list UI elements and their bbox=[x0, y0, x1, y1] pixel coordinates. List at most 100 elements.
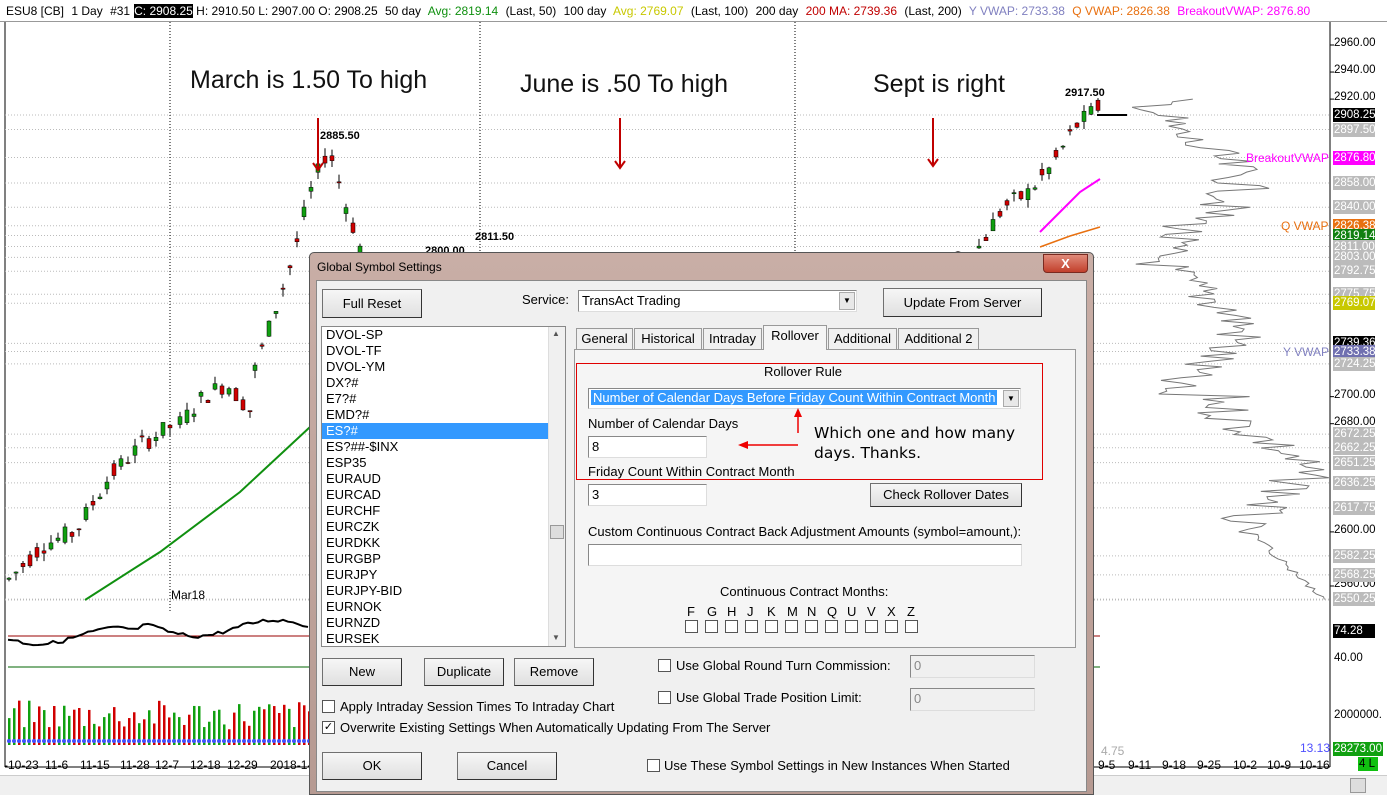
date-axis-label: 9-18 bbox=[1162, 758, 1187, 772]
service-select[interactable]: TransAct Trading ▼ bbox=[578, 290, 857, 312]
month-label: Z bbox=[907, 604, 915, 619]
month-checkbox-H[interactable] bbox=[725, 620, 738, 633]
overwrite-checkbox[interactable]: ✓ bbox=[322, 721, 335, 734]
symbol-list-item[interactable]: EURSEK bbox=[322, 631, 565, 646]
month-checkbox-X[interactable] bbox=[885, 620, 898, 633]
scrollbar-thumb[interactable] bbox=[1350, 778, 1366, 793]
price-axis-tick: 2600.00 bbox=[1334, 523, 1376, 536]
month-label: N bbox=[807, 604, 817, 619]
symbol-list-item[interactable]: EURGBP bbox=[322, 551, 565, 567]
ok-button[interactable]: OK bbox=[322, 752, 422, 780]
full-reset-button[interactable]: Full Reset bbox=[322, 289, 422, 318]
date-axis-label: 11-6 bbox=[45, 758, 69, 772]
date-axis-label: 2018-1- bbox=[270, 758, 312, 772]
breakout-vwap-label: BreakoutVWAP bbox=[1246, 151, 1329, 165]
month-checkbox-K[interactable] bbox=[765, 620, 778, 633]
month-checkbox-F[interactable] bbox=[685, 620, 698, 633]
candle bbox=[1025, 188, 1031, 200]
symbol-list-item[interactable]: DVOL-TF bbox=[322, 343, 565, 359]
volume-average-dot bbox=[212, 739, 216, 743]
high-label: 2917.50 bbox=[1065, 87, 1105, 99]
month-checkbox-N[interactable] bbox=[805, 620, 818, 633]
volume-average-dot bbox=[77, 739, 81, 743]
month-checkbox-J[interactable] bbox=[745, 620, 758, 633]
symbol-list-item[interactable]: ES?##-$INX bbox=[322, 439, 565, 455]
apply-session-checkbox[interactable] bbox=[322, 700, 335, 713]
symbol-list-item[interactable]: EURCZK bbox=[322, 519, 565, 535]
tab-additional[interactable]: Additional bbox=[828, 328, 897, 349]
symbol-list-item[interactable]: EURDKK bbox=[322, 535, 565, 551]
annotation-question-2: days. Thanks. bbox=[814, 444, 922, 462]
symbol-list-item[interactable]: EURAUD bbox=[322, 471, 565, 487]
symbol-list-item[interactable]: EURNZD bbox=[322, 615, 565, 631]
remove-button[interactable]: Remove bbox=[514, 658, 594, 686]
check-rollover-dates-button[interactable]: Check Rollover Dates bbox=[870, 483, 1022, 507]
price-label: 2803.00 bbox=[1333, 250, 1376, 265]
symbol-list-item[interactable]: EURCAD bbox=[322, 487, 565, 503]
update-from-server-button[interactable]: Update From Server bbox=[883, 288, 1042, 317]
month-checkbox-G[interactable] bbox=[705, 620, 718, 633]
symbol-list-item[interactable]: EURCHF bbox=[322, 503, 565, 519]
calendar-days-input[interactable]: 8 bbox=[588, 436, 707, 458]
symbol-list-item[interactable]: EURJPY-BID bbox=[322, 583, 565, 599]
symbol-list[interactable]: DVOL-SP DVOL-TF DVOL-YM DX?# E7?# EMD?# ES?# ES… bbox=[321, 326, 566, 647]
symbol-list-item[interactable]: ES?# bbox=[322, 423, 565, 439]
candle bbox=[990, 219, 996, 232]
symbol-list-item[interactable]: E7?# bbox=[322, 391, 565, 407]
month-checkbox-M[interactable] bbox=[785, 620, 798, 633]
month-checkbox-Q[interactable] bbox=[825, 620, 838, 633]
tab-intraday[interactable]: Intraday bbox=[703, 328, 762, 349]
position-limit-input[interactable]: 0 bbox=[910, 688, 1035, 711]
symbol-list-item[interactable]: EMD?# bbox=[322, 407, 565, 423]
symbol-list-item[interactable]: EURJPY bbox=[322, 567, 565, 583]
new-button[interactable]: New bbox=[322, 658, 402, 686]
symbol-list-item[interactable]: DX?# bbox=[322, 375, 565, 391]
volume-average-dot bbox=[272, 739, 276, 743]
close-button[interactable]: X bbox=[1043, 254, 1088, 273]
candle bbox=[184, 409, 190, 423]
symbol-list-scrollbar[interactable]: ▲ ▼ bbox=[548, 327, 565, 646]
month-checkbox-V[interactable] bbox=[865, 620, 878, 633]
duplicate-button[interactable]: Duplicate bbox=[424, 658, 504, 686]
position-limit-checkbox[interactable] bbox=[658, 691, 671, 704]
volume-average-dot bbox=[282, 739, 286, 743]
candle bbox=[240, 399, 246, 411]
ma50-value: Avg: 2819.14 bbox=[427, 4, 499, 18]
symbol-list-item[interactable]: EURNOK bbox=[322, 599, 565, 615]
candle bbox=[1004, 200, 1010, 206]
volume-average-dot bbox=[62, 739, 66, 743]
round-turn-checkbox[interactable] bbox=[658, 659, 671, 672]
month-checkbox-U[interactable] bbox=[845, 620, 858, 633]
friday-count-input[interactable]: 3 bbox=[588, 484, 707, 506]
use-new-instances-checkbox[interactable] bbox=[647, 759, 660, 772]
candle bbox=[1018, 191, 1024, 200]
tab-additional-2[interactable]: Additional 2 bbox=[898, 328, 979, 349]
tab-rollover[interactable]: Rollover bbox=[763, 325, 827, 350]
custom-adjustment-input[interactable] bbox=[588, 544, 1022, 566]
scroll-up-icon[interactable]: ▲ bbox=[552, 329, 560, 338]
volume-average-dot bbox=[147, 739, 151, 743]
tab-historical[interactable]: Historical bbox=[634, 328, 702, 349]
chevron-down-icon[interactable]: ▼ bbox=[839, 292, 855, 310]
volume-average-dot bbox=[232, 739, 236, 743]
tab-general[interactable]: General bbox=[576, 328, 633, 349]
candle bbox=[247, 410, 253, 413]
volume-average-dot bbox=[32, 739, 36, 743]
candle bbox=[48, 542, 54, 550]
chevron-down-icon[interactable]: ▼ bbox=[1003, 390, 1019, 407]
price-label: 2897.50 bbox=[1333, 122, 1376, 137]
annotation-sept: Sept is right bbox=[873, 70, 1006, 98]
scrollbar-thumb[interactable] bbox=[550, 525, 564, 539]
symbol-list-item[interactable]: DVOL-SP bbox=[322, 327, 565, 343]
round-turn-input[interactable]: 0 bbox=[910, 655, 1035, 678]
volume-average-dot bbox=[132, 739, 136, 743]
symbol-list-item[interactable]: ESP35 bbox=[322, 455, 565, 471]
service-value: TransAct Trading bbox=[582, 293, 681, 308]
scroll-down-icon[interactable]: ▼ bbox=[552, 633, 560, 642]
month-label: K bbox=[767, 604, 776, 619]
cancel-button[interactable]: Cancel bbox=[457, 752, 557, 780]
date-axis-label: 9-25 bbox=[1197, 758, 1222, 772]
symbol-list-item[interactable]: DVOL-YM bbox=[322, 359, 565, 375]
volume-average-dot bbox=[182, 739, 186, 743]
month-checkbox-Z[interactable] bbox=[905, 620, 918, 633]
